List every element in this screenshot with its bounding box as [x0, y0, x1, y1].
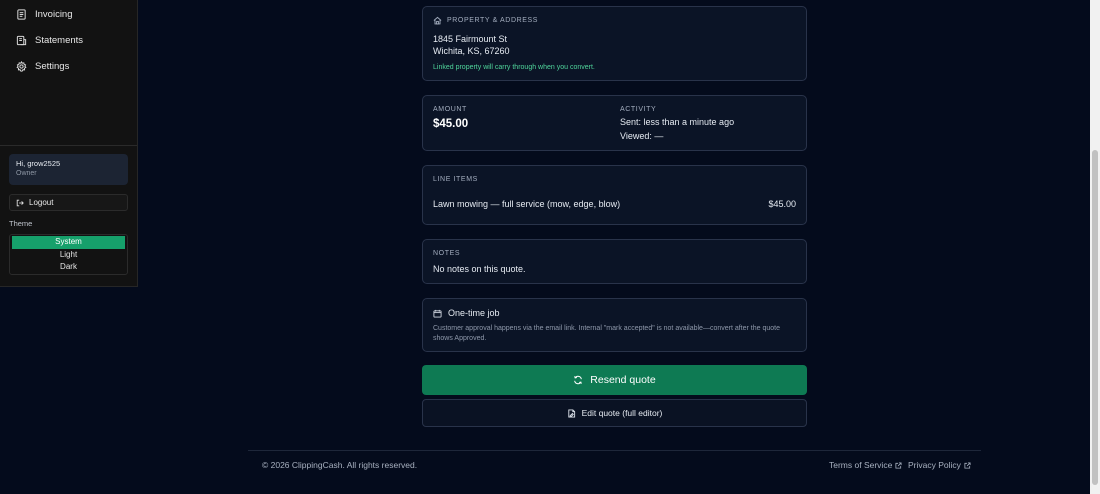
summary-card: AMOUNT $45.00 ACTIVITY Sent: less than a…: [422, 95, 807, 151]
resend-quote-button[interactable]: Resend quote: [422, 365, 807, 395]
job-card: One-time job Customer approval happens v…: [422, 298, 807, 352]
line-items-card: LINE ITEMS Lawn mowing — full service (m…: [422, 165, 807, 225]
resend-quote-label: Resend quote: [590, 374, 656, 386]
sidebar: Invoicing Statements Settings Hi, grow25…: [0, 0, 138, 287]
terms-label: Terms of Service: [829, 460, 893, 470]
external-link-icon: [964, 461, 971, 469]
logout-button[interactable]: Logout: [9, 194, 128, 211]
user-role: Owner: [16, 170, 37, 177]
activity-sent: Sent: less than a minute ago: [620, 117, 735, 127]
notes-text: No notes on this quote.: [433, 264, 526, 274]
sidebar-item-invoicing[interactable]: Invoicing: [16, 4, 73, 24]
theme-option-dark[interactable]: Dark: [12, 261, 125, 274]
edit-quote-button[interactable]: Edit quote (full editor): [422, 399, 807, 427]
app-root: Invoicing Statements Settings Hi, grow25…: [0, 0, 1100, 494]
calendar-icon: [433, 309, 442, 318]
scrollbar-thumb[interactable]: [1092, 150, 1098, 485]
line-item-description: Lawn mowing — full service (mow, edge, b…: [433, 199, 621, 209]
privacy-label: Privacy Policy: [908, 460, 961, 470]
notes-label: NOTES: [433, 250, 461, 257]
copyright-text: © 2026 ClippingCash. All rights reserved…: [262, 460, 418, 470]
file-edit-icon: [567, 408, 575, 418]
property-header: PROPERTY & ADDRESS: [433, 16, 796, 25]
property-card: PROPERTY & ADDRESS 1845 Fairmount St Wic…: [422, 6, 807, 81]
page-scrollbar[interactable]: [1090, 0, 1100, 494]
gear-icon: [16, 60, 27, 72]
logout-icon: [16, 199, 24, 206]
amount-value: $45.00: [433, 118, 469, 130]
statements-icon: [16, 35, 27, 45]
home-icon: [433, 16, 442, 25]
activity-viewed: Viewed: —: [620, 131, 664, 141]
footer-divider: [248, 450, 981, 451]
theme-label: Theme: [9, 219, 33, 228]
invoice-icon: [17, 8, 26, 20]
activity-label: ACTIVITY: [620, 106, 657, 113]
job-header: One-time job: [433, 308, 796, 318]
sidebar-divider: [0, 145, 137, 146]
job-description: Customer approval happens via the email …: [433, 325, 780, 342]
sidebar-item-label: Statements: [35, 34, 84, 46]
theme-option-light[interactable]: Light: [12, 249, 125, 262]
privacy-link[interactable]: Privacy Policy: [908, 460, 971, 470]
notes-card: NOTES No notes on this quote.: [422, 239, 807, 284]
line-items-label: LINE ITEMS: [433, 176, 478, 183]
sidebar-item-settings[interactable]: Settings: [16, 56, 69, 76]
external-link-icon: [895, 461, 902, 469]
address-line-2: Wichita, KS, 67260: [433, 46, 510, 56]
property-note: Linked property will carry through when …: [433, 64, 595, 71]
job-title: One-time job: [448, 308, 500, 318]
sidebar-item-label: Settings: [35, 60, 70, 72]
address-line-1: 1845 Fairmount St: [433, 34, 508, 44]
edit-quote-label: Edit quote (full editor): [581, 408, 663, 418]
user-card: Hi, grow2525 Owner: [9, 154, 128, 185]
theme-selector: System Light Dark: [9, 234, 128, 275]
line-item-price: $45.00: [768, 199, 796, 209]
user-greeting: Hi, grow2525: [16, 159, 61, 168]
theme-option-system[interactable]: System: [12, 236, 125, 249]
sidebar-item-statements[interactable]: Statements: [16, 30, 83, 50]
sidebar-item-label: Invoicing: [35, 8, 73, 20]
logout-label: Logout: [29, 198, 54, 207]
property-label: PROPERTY & ADDRESS: [447, 17, 539, 24]
terms-link[interactable]: Terms of Service: [829, 460, 902, 470]
amount-label: AMOUNT: [433, 106, 467, 113]
refresh-icon: [574, 375, 583, 385]
